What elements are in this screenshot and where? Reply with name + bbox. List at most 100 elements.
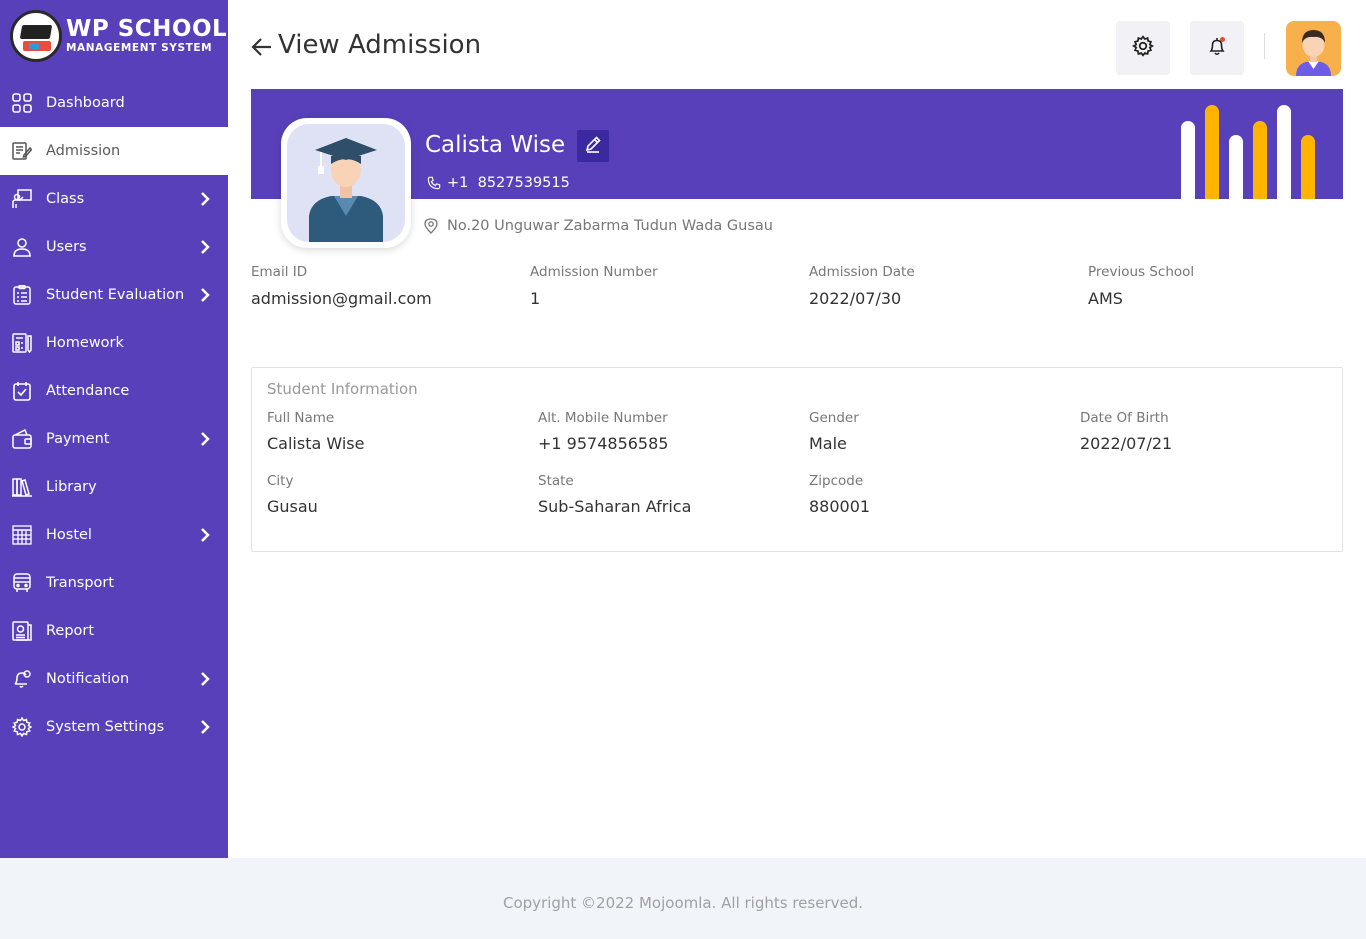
sidebar-item-label: System Settings bbox=[46, 719, 165, 735]
bell-icon bbox=[11, 668, 33, 690]
sidebar-item-admission[interactable]: Admission bbox=[0, 127, 228, 175]
field-label: Gender bbox=[809, 410, 859, 426]
evaluation-clipboard-icon bbox=[11, 284, 33, 306]
chevron-right-icon bbox=[200, 432, 210, 450]
copyright-text: Copyright ©2022 Mojoomla. All rights res… bbox=[502, 894, 863, 912]
field-value: Calista Wise bbox=[267, 434, 365, 453]
chevron-right-icon bbox=[200, 528, 210, 546]
decorative-bars bbox=[1181, 105, 1315, 199]
pencil-icon bbox=[584, 135, 602, 157]
user-avatar[interactable] bbox=[1286, 21, 1341, 76]
sidebar-item-notification[interactable]: Notification bbox=[0, 655, 228, 703]
sidebar-item-label: Transport bbox=[46, 575, 115, 591]
field-value: Male bbox=[809, 434, 847, 453]
footer: Copyright ©2022 Mojoomla. All rights res… bbox=[0, 858, 1366, 939]
sidebar-item-label: Class bbox=[46, 191, 85, 207]
sidebar-item-report[interactable]: Report bbox=[0, 607, 228, 655]
sidebar-item-label: Payment bbox=[46, 431, 110, 447]
back-arrow-icon[interactable] bbox=[251, 35, 273, 59]
sidebar-item-label: Hostel bbox=[46, 527, 92, 543]
panel-title: Student Information bbox=[267, 380, 418, 398]
info-label: Previous School bbox=[1088, 264, 1195, 280]
field-label: Full Name bbox=[267, 410, 335, 426]
sidebar-item-attendance[interactable]: Attendance bbox=[0, 367, 228, 415]
brand-subtitle: MANAGEMENT SYSTEM bbox=[66, 42, 213, 54]
info-value: AMS bbox=[1088, 289, 1123, 308]
sidebar-item-class[interactable]: Class bbox=[0, 175, 228, 223]
field-zipcode: Zipcode 880001 bbox=[809, 473, 870, 516]
sidebar-item-users[interactable]: Users bbox=[0, 223, 228, 271]
sidebar-item-dashboard[interactable]: Dashboard bbox=[0, 79, 228, 127]
info-value: admission@gmail.com bbox=[251, 289, 432, 308]
sidebar-item-label: Attendance bbox=[46, 383, 130, 399]
admission-form-icon bbox=[11, 140, 33, 162]
edit-button[interactable] bbox=[577, 130, 609, 162]
attendance-check-icon bbox=[11, 380, 33, 402]
field-value: 880001 bbox=[809, 497, 871, 516]
sidebar-item-homework[interactable]: Homework bbox=[0, 319, 228, 367]
info-label: Admission Number bbox=[530, 264, 658, 280]
chevron-right-icon bbox=[200, 288, 210, 306]
report-icon bbox=[11, 620, 33, 642]
class-teacher-icon bbox=[11, 188, 33, 210]
field-value: +1 9574856585 bbox=[538, 434, 669, 453]
notification-button[interactable] bbox=[1190, 21, 1244, 75]
bus-icon bbox=[11, 572, 33, 594]
location-pin-icon bbox=[423, 218, 439, 234]
phone-number: +1 8527539515 bbox=[447, 175, 570, 191]
sidebar-nav: Dashboard Admission Class Users Student … bbox=[0, 79, 228, 751]
sidebar-item-transport[interactable]: Transport bbox=[0, 559, 228, 607]
chevron-right-icon bbox=[200, 672, 210, 690]
sidebar-item-label: Admission bbox=[46, 143, 121, 159]
sidebar-item-library[interactable]: Library bbox=[0, 463, 228, 511]
student-phone: +1 8527539515 bbox=[427, 175, 570, 191]
page-title: View Admission bbox=[278, 30, 482, 60]
field-label: State bbox=[538, 473, 574, 489]
gear-icon bbox=[11, 716, 33, 738]
sidebar-item-label: Notification bbox=[46, 671, 130, 687]
field-label: City bbox=[267, 473, 294, 489]
library-books-icon bbox=[11, 476, 33, 498]
field-value: 2022/07/21 bbox=[1080, 434, 1173, 453]
info-label: Email ID bbox=[251, 264, 308, 280]
field-value: Sub-Saharan Africa bbox=[538, 497, 692, 516]
chevron-right-icon bbox=[200, 720, 210, 738]
field-state: State Sub-Saharan Africa bbox=[538, 473, 691, 516]
profile-banner bbox=[251, 89, 1343, 199]
sidebar-item-payment[interactable]: Payment bbox=[0, 415, 228, 463]
field-full-name: Full Name Calista Wise bbox=[267, 410, 364, 453]
school-logo-icon bbox=[10, 10, 62, 62]
sidebar-item-student-evaluation[interactable]: Student Evaluation bbox=[0, 271, 228, 319]
header-divider bbox=[1264, 33, 1265, 59]
field-alt-mobile: Alt. Mobile Number +1 9574856585 bbox=[538, 410, 668, 453]
field-value: Gusau bbox=[267, 497, 318, 516]
sidebar-item-label: Users bbox=[46, 239, 87, 255]
info-value: 1 bbox=[530, 289, 541, 308]
field-date-of-birth: Date Of Birth 2022/07/21 bbox=[1080, 410, 1172, 453]
field-label: Alt. Mobile Number bbox=[538, 410, 668, 426]
sidebar-item-system-settings[interactable]: System Settings bbox=[0, 703, 228, 751]
sidebar-item-label: Dashboard bbox=[46, 95, 125, 111]
sidebar-item-label: Report bbox=[46, 623, 95, 639]
settings-button[interactable] bbox=[1116, 21, 1170, 75]
info-label: Admission Date bbox=[809, 264, 915, 280]
sidebar: WP SCHOOL MANAGEMENT SYSTEM Dashboard Ad… bbox=[0, 0, 228, 858]
hostel-building-icon bbox=[11, 524, 33, 546]
student-photo bbox=[281, 118, 411, 248]
wallet-icon bbox=[11, 428, 33, 450]
field-gender: Gender Male bbox=[809, 410, 859, 453]
sidebar-item-hostel[interactable]: Hostel bbox=[0, 511, 228, 559]
graduate-avatar-icon bbox=[309, 138, 383, 242]
chevron-right-icon bbox=[200, 240, 210, 258]
student-name: Calista Wise bbox=[425, 132, 566, 158]
sidebar-item-label: Library bbox=[46, 479, 97, 495]
email-info: Email ID admission@gmail.com bbox=[251, 264, 432, 308]
admission-date-info: Admission Date 2022/07/30 bbox=[809, 264, 915, 308]
student-information-panel: Student Information Full Name Calista Wi… bbox=[251, 367, 1343, 552]
sidebar-item-label: Student Evaluation bbox=[46, 287, 185, 303]
dashboard-grid-icon bbox=[11, 92, 33, 114]
address-text: No.20 Unguwar Zabarma Tudun Wada Gusau bbox=[447, 218, 773, 234]
brand-logo-link[interactable]: WP SCHOOL MANAGEMENT SYSTEM bbox=[10, 10, 227, 62]
student-address: No.20 Unguwar Zabarma Tudun Wada Gusau bbox=[423, 218, 773, 234]
sidebar-item-label: Homework bbox=[46, 335, 124, 351]
